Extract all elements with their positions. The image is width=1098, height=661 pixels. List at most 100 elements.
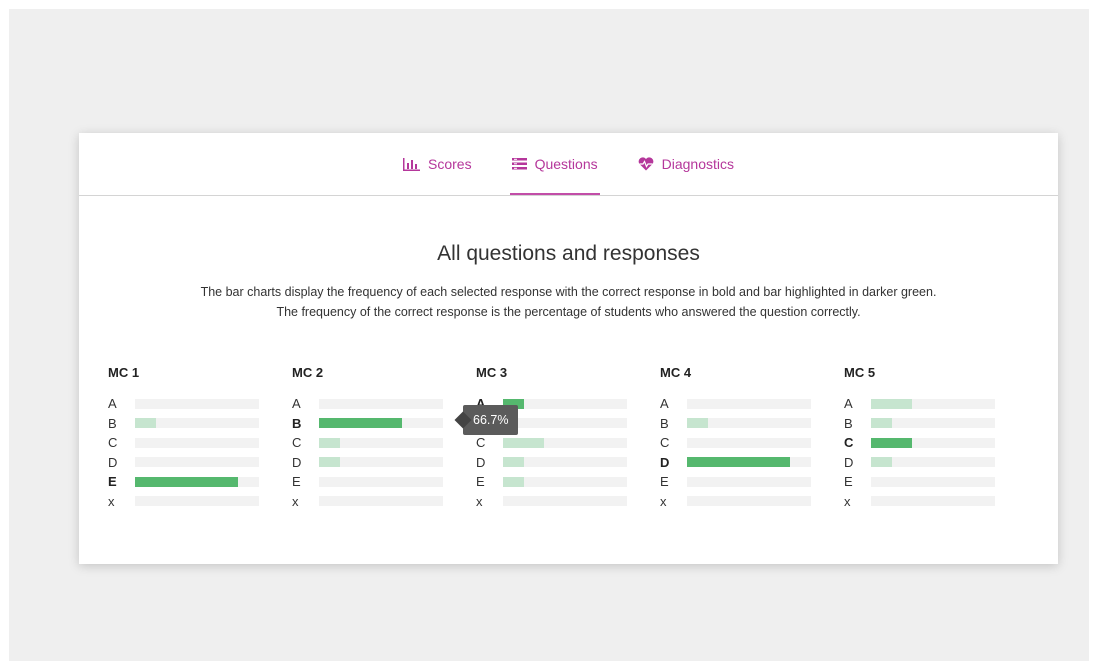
question-chart: MC 4 ABCDEx <box>660 365 844 511</box>
response-bar-track[interactable] <box>871 457 995 468</box>
response-bar[interactable] <box>503 437 545 448</box>
response-row: C <box>476 433 660 453</box>
response-bar[interactable] <box>503 457 524 468</box>
tab-diagnostics[interactable]: Diagnostics <box>636 133 736 195</box>
response-bar-track[interactable] <box>687 398 811 409</box>
response-row: E <box>660 472 844 492</box>
question-title: MC 3 <box>476 365 508 380</box>
response-label: B <box>108 415 117 431</box>
response-row: E <box>292 472 476 492</box>
response-bar-track[interactable] <box>319 496 443 507</box>
response-label: C <box>108 435 118 451</box>
response-label: B <box>660 415 669 431</box>
response-bar-track[interactable] <box>135 476 259 487</box>
response-label: x <box>292 493 299 509</box>
question-title: MC 1 <box>108 365 140 380</box>
response-row: C <box>660 433 844 453</box>
response-bar-track[interactable] <box>319 476 443 487</box>
response-bar-track[interactable] <box>135 398 259 409</box>
response-label: A <box>844 396 853 412</box>
response-row: B <box>108 414 292 434</box>
response-bar-track[interactable] <box>871 418 995 429</box>
response-label: x <box>476 493 483 509</box>
response-row: A <box>108 394 292 414</box>
response-bar-track[interactable] <box>135 496 259 507</box>
description-line-1: The bar charts display the frequency of … <box>200 285 937 299</box>
response-row: A <box>292 394 476 414</box>
bar-chart-icon <box>403 157 420 171</box>
response-bar-track[interactable] <box>871 437 995 448</box>
response-label: E <box>108 474 117 490</box>
tooltip-text: 66.7% <box>473 413 509 427</box>
response-bar-track[interactable] <box>135 437 259 448</box>
response-bar-track[interactable] <box>319 418 443 429</box>
response-bar-track[interactable] <box>871 496 995 507</box>
question-chart: MC 1 ABCDEx <box>108 365 292 511</box>
response-row: D <box>660 453 844 473</box>
question-charts: MC 1ABCDExMC 2ABCDExMC 3ABCDExMC 4ABCDEx… <box>108 365 1028 511</box>
response-label: C <box>844 435 854 451</box>
response-bar[interactable] <box>319 457 340 468</box>
response-row: B <box>844 414 1028 434</box>
response-bar-track[interactable] <box>503 496 627 507</box>
response-row: B <box>292 414 476 434</box>
response-label: x <box>108 493 115 509</box>
response-label: D <box>476 454 486 470</box>
page-title: All questions and responses <box>437 242 700 265</box>
response-bar-track[interactable] <box>135 418 259 429</box>
response-bar[interactable] <box>871 398 913 409</box>
response-bar-track[interactable] <box>687 476 811 487</box>
response-row: D <box>476 453 660 473</box>
response-label: A <box>108 396 117 412</box>
response-bar-track[interactable] <box>319 437 443 448</box>
page-background: Scores Questions Diagnostics All questio… <box>9 9 1089 661</box>
response-label: B <box>292 415 302 431</box>
response-bar[interactable] <box>503 476 524 487</box>
response-row: E <box>476 472 660 492</box>
tab-scores[interactable]: Scores <box>401 133 474 195</box>
response-row: x <box>844 492 1028 512</box>
response-bar[interactable] <box>871 437 913 448</box>
response-label: x <box>844 493 851 509</box>
response-bar-track[interactable] <box>687 457 811 468</box>
response-bar-track[interactable] <box>871 476 995 487</box>
response-label: E <box>292 474 301 490</box>
tab-questions[interactable]: Questions <box>509 133 600 195</box>
value-tooltip: 66.7% <box>463 405 519 435</box>
response-row: A <box>844 394 1028 414</box>
response-bar-track[interactable] <box>503 398 627 409</box>
response-bar[interactable] <box>871 457 892 468</box>
tab-scores-label: Scores <box>428 156 472 172</box>
response-bar[interactable] <box>687 418 708 429</box>
response-bar[interactable] <box>135 418 156 429</box>
response-bar-track[interactable] <box>319 398 443 409</box>
response-row: B <box>660 414 844 434</box>
response-bar-track[interactable] <box>135 457 259 468</box>
response-bar[interactable] <box>871 418 892 429</box>
response-bar[interactable] <box>319 437 340 448</box>
response-bar-track[interactable] <box>319 457 443 468</box>
response-label: B <box>844 415 853 431</box>
response-label: D <box>844 454 854 470</box>
response-label: C <box>660 435 670 451</box>
response-bar-track[interactable] <box>503 437 627 448</box>
response-row: C <box>108 433 292 453</box>
response-bar-track[interactable] <box>503 418 627 429</box>
response-bar[interactable] <box>135 476 239 487</box>
response-row: x <box>476 492 660 512</box>
tab-bar: Scores Questions Diagnostics <box>79 133 1058 196</box>
response-bar[interactable] <box>319 418 402 429</box>
response-bar-track[interactable] <box>503 457 627 468</box>
response-bar[interactable] <box>687 457 791 468</box>
response-bar-track[interactable] <box>687 437 811 448</box>
response-bar-track[interactable] <box>503 476 627 487</box>
response-label: A <box>292 396 301 412</box>
response-bar-track[interactable] <box>687 496 811 507</box>
question-title: MC 2 <box>292 365 324 380</box>
response-label: A <box>660 396 669 412</box>
response-bar-track[interactable] <box>871 398 995 409</box>
description: The bar charts display the frequency of … <box>79 282 1058 322</box>
response-row: E <box>108 472 292 492</box>
response-bar-track[interactable] <box>687 418 811 429</box>
question-chart: MC 3ABCDEx <box>476 365 660 511</box>
